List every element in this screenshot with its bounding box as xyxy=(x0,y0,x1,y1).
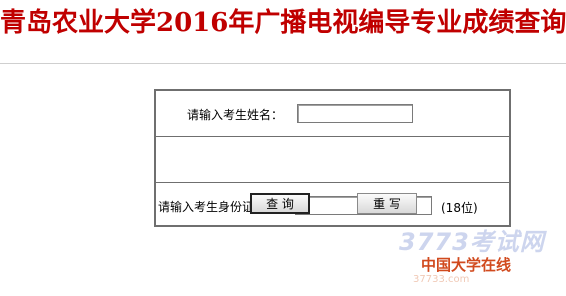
page-title: 青岛农业大学2016年广播电视编导专业成绩查询 xyxy=(0,8,566,38)
button-row: 查 询 重 写 xyxy=(156,183,509,225)
id-row: 请输入考生身份证号： (18位) xyxy=(156,137,509,215)
name-input[interactable] xyxy=(297,104,413,123)
reset-button[interactable]: 重 写 xyxy=(357,193,417,214)
query-button[interactable]: 查 询 xyxy=(250,193,310,214)
watermark: 3773考试网 中国大学在线 37733.com xyxy=(395,222,566,296)
watermark-url: 37733.com xyxy=(413,274,470,285)
watermark-logo: 3773考试网 xyxy=(399,228,545,256)
score-query-form: 请输入考生姓名： 请输入考生身份证号： (18位) 查 询 重 写 xyxy=(154,89,511,227)
title-divider xyxy=(0,63,566,64)
name-label: 请输入考生姓名： xyxy=(187,108,284,122)
name-row: 请输入考生姓名： xyxy=(156,91,509,137)
watermark-text: 中国大学在线 xyxy=(421,256,512,274)
